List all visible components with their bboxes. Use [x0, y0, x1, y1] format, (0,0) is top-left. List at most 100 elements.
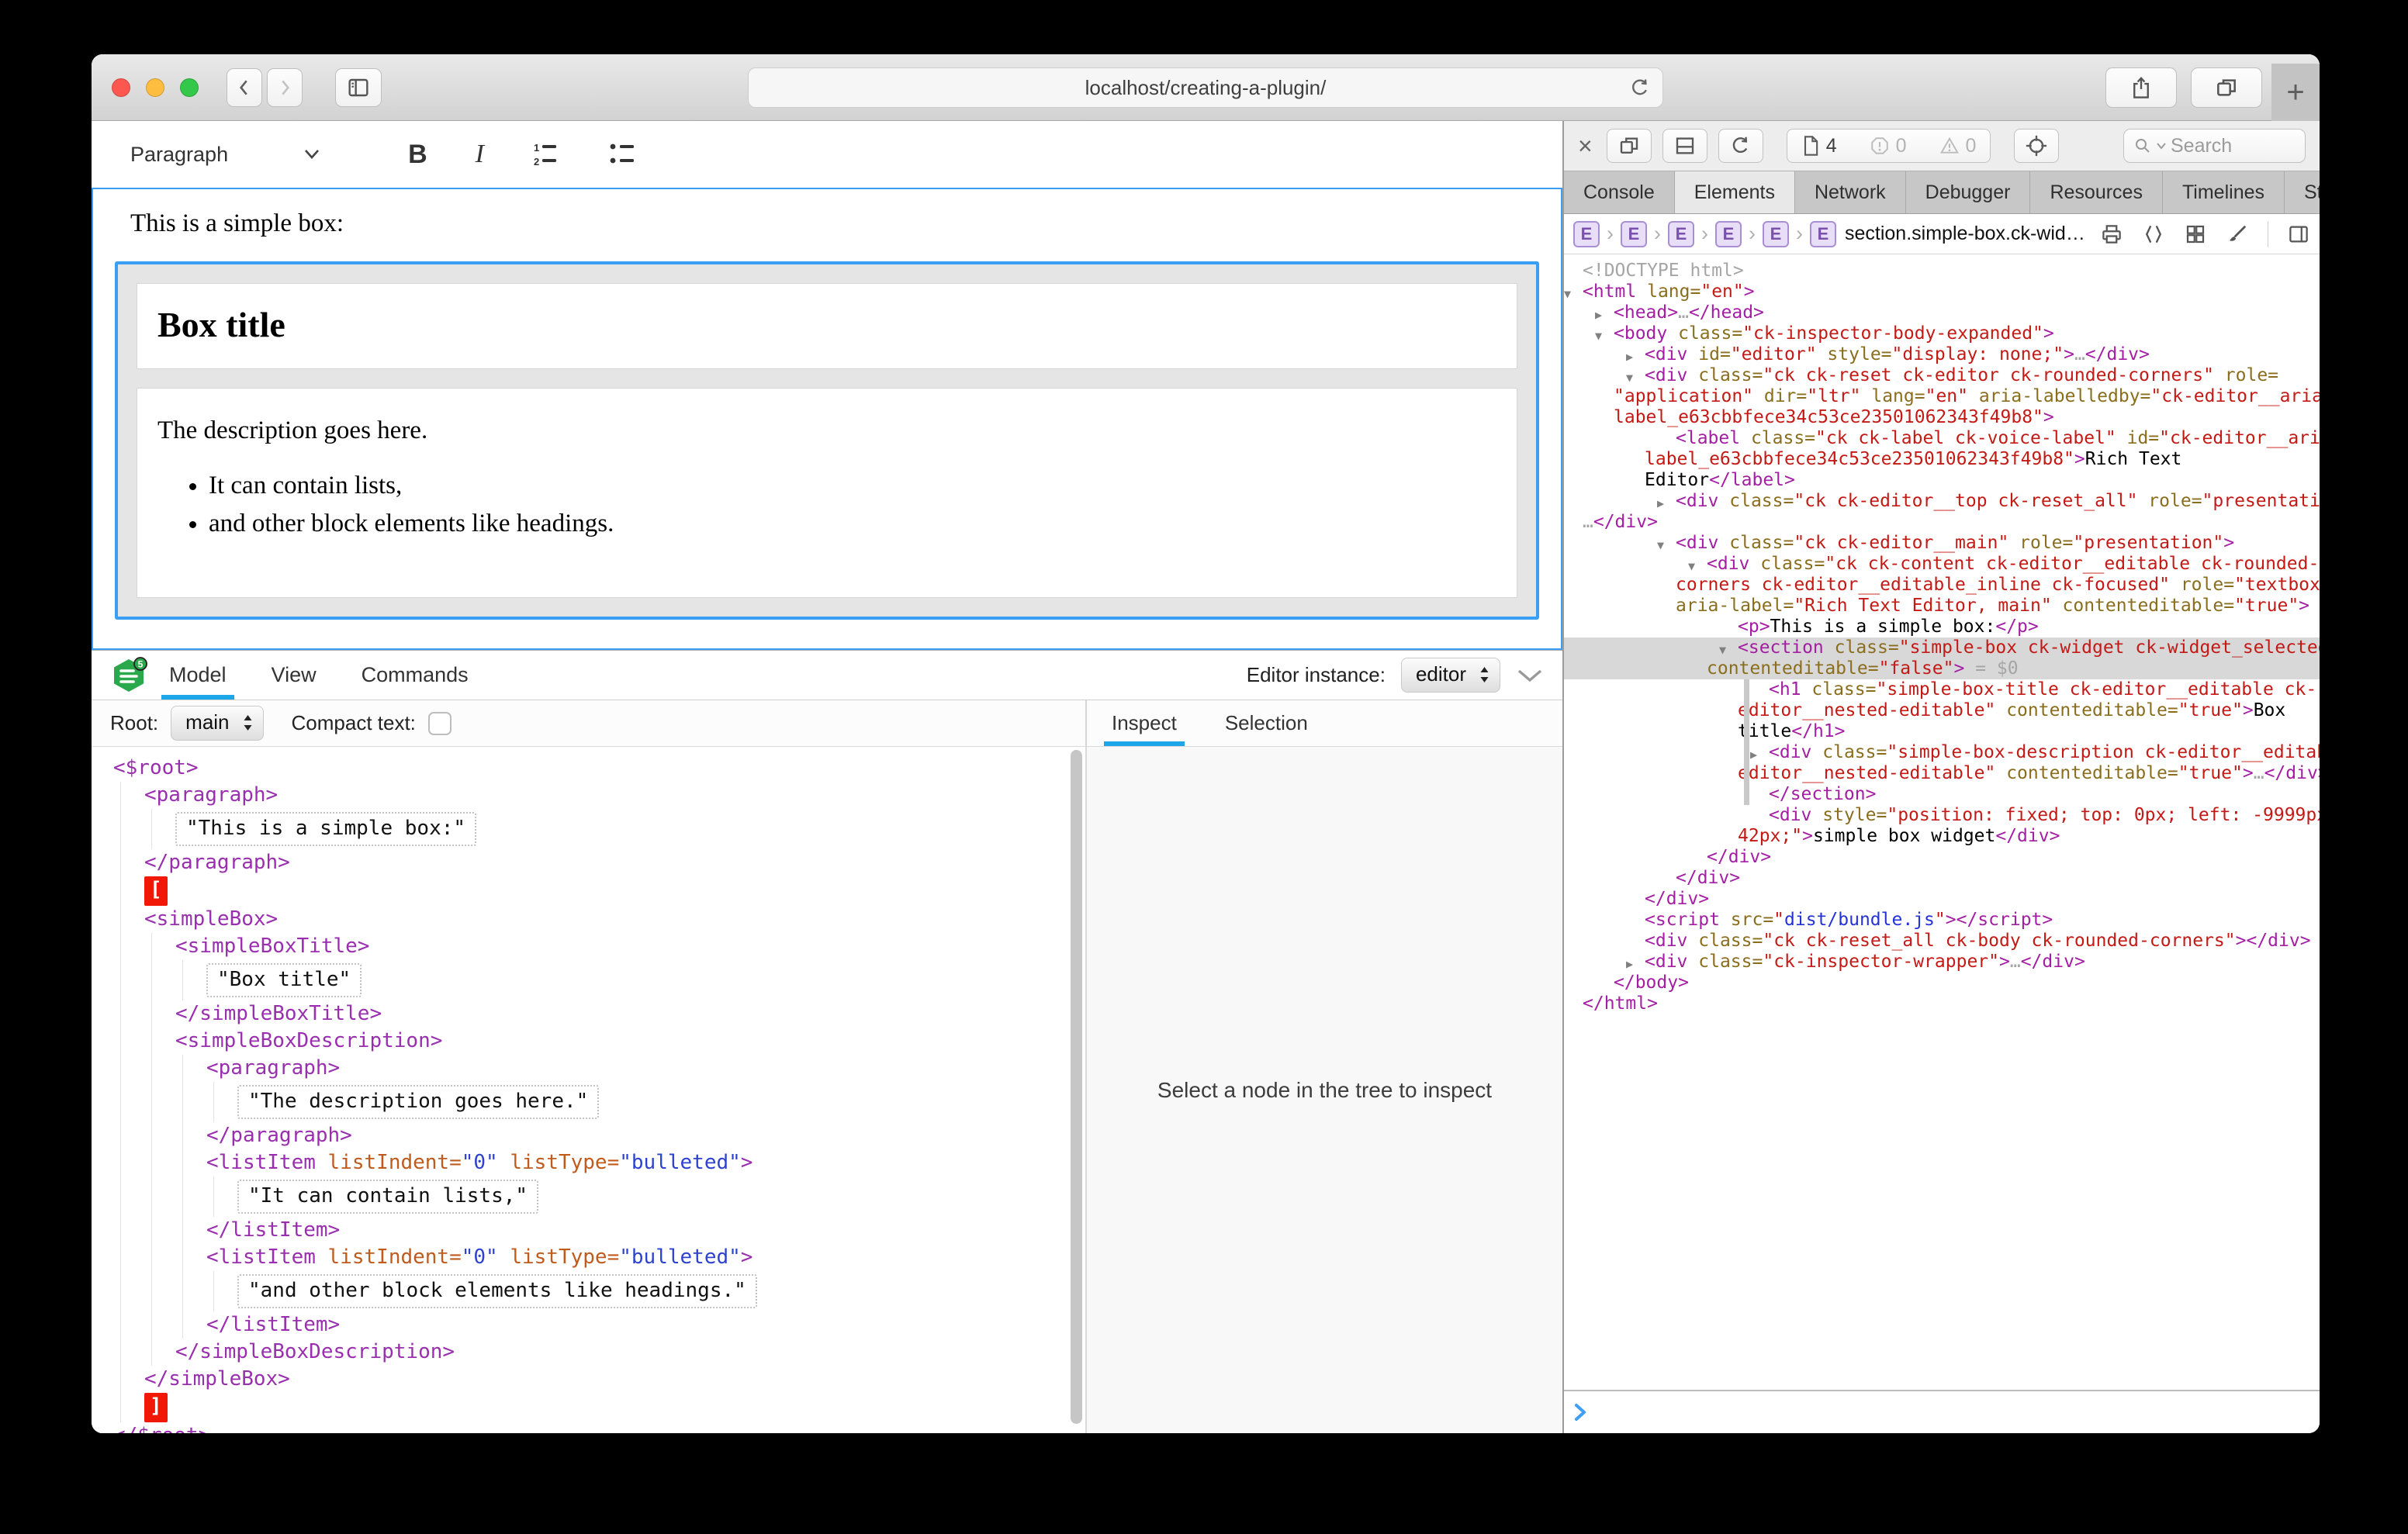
disclosure-closed-icon[interactable]: ▶ [1750, 745, 1757, 765]
source-line[interactable]: </section> [1564, 784, 2320, 805]
bulleted-list-button[interactable] [607, 139, 639, 170]
detach-devtools-button[interactable] [1607, 129, 1652, 163]
share-button[interactable] [2105, 67, 2177, 108]
devtools-tab-debugger[interactable]: Debugger [1906, 171, 2031, 213]
collapse-inspector-chevron-icon[interactable] [1516, 668, 1544, 683]
activity-summary[interactable]: 4 0 0 [1787, 129, 1991, 163]
element-picker-button[interactable] [2014, 129, 2059, 163]
tree-node[interactable]: <paragraph> [92, 782, 1068, 809]
tab-selection[interactable]: Selection [1222, 700, 1311, 746]
source-line[interactable]: ▶<div class="simple-box-description ck-e… [1564, 742, 2320, 763]
source-line[interactable]: editor__nested-editable" contenteditable… [1564, 700, 2320, 721]
element-crumb[interactable]: E [1573, 221, 1600, 247]
close-devtools-button[interactable]: × [1578, 133, 1593, 158]
disclosure-open-icon[interactable]: ▼ [1688, 556, 1695, 577]
tree-node[interactable]: </paragraph> [92, 849, 1068, 876]
tree-node[interactable]: </simpleBoxDescription> [92, 1339, 1068, 1366]
source-line[interactable]: </body> [1564, 973, 2320, 993]
source-line[interactable]: ▶<div id="editor" style="display: none;"… [1564, 344, 2320, 365]
source-line[interactable]: contenteditable="false"> = $0 [1564, 658, 2320, 679]
tree-node[interactable]: </listItem> [92, 1311, 1068, 1339]
source-line[interactable]: Editor</label> [1564, 470, 2320, 491]
devtools-tab-timelines[interactable]: Timelines [2163, 171, 2285, 213]
source-line[interactable]: <label class="ck ck-label ck-voice-label… [1564, 428, 2320, 449]
tree-node[interactable]: "and other block elements like headings.… [92, 1271, 1068, 1311]
text-node[interactable]: "Box title" [206, 963, 362, 997]
source-line[interactable]: title</h1> [1564, 721, 2320, 742]
source-line[interactable]: ▼<div class="ck ck-content ck-editor__ed… [1564, 554, 2320, 575]
element-crumb[interactable]: E [1715, 221, 1742, 247]
source-line[interactable]: <script src="dist/bundle.js"></script> [1564, 910, 2320, 931]
tree-node[interactable]: </paragraph> [92, 1122, 1068, 1149]
editor-instance-select[interactable]: editor [1401, 658, 1500, 693]
tree-node[interactable]: <simpleBoxTitle> [92, 933, 1068, 960]
tree-node[interactable]: [ [92, 876, 1068, 906]
tree-node[interactable]: <simpleBoxDescription> [92, 1028, 1068, 1055]
simple-box-widget[interactable]: Box title The description goes here. It … [115, 261, 1539, 620]
simple-box-title[interactable]: Box title [137, 283, 1517, 369]
chevron-down-icon[interactable] [303, 148, 321, 161]
source-line[interactable]: <div class="ck ck-reset_all ck-body ck-r… [1564, 931, 2320, 952]
tree-node[interactable]: <paragraph> [92, 1055, 1068, 1082]
print-styles-icon[interactable] [2100, 223, 2123, 246]
disclosure-closed-icon[interactable]: ▶ [1626, 347, 1633, 368]
source-line[interactable]: corners ck-editor__editable_inline ck-fo… [1564, 575, 2320, 596]
forward-button[interactable] [267, 68, 303, 107]
source-line[interactable]: </div> [1564, 847, 2320, 868]
reload-page-button[interactable] [1718, 129, 1763, 163]
text-node[interactable]: "The description goes here." [237, 1085, 599, 1119]
source-line[interactable]: label_e63cbbfece34c53ce23501062343f49b8"… [1564, 449, 2320, 470]
tree-node[interactable]: ] [92, 1393, 1068, 1422]
root-select[interactable]: main [171, 706, 263, 741]
tree-node[interactable]: <listItem listIndent="0" listType="bulle… [92, 1244, 1068, 1271]
disclosure-closed-icon[interactable]: ▶ [1595, 305, 1602, 326]
tree-scrollbar[interactable] [1068, 747, 1085, 1433]
source-line[interactable]: <!DOCTYPE html> [1564, 261, 2320, 282]
element-crumb[interactable]: E [1810, 221, 1836, 247]
tree-node[interactable]: </$root> [92, 1422, 1068, 1433]
disclosure-open-icon[interactable]: ▼ [1564, 284, 1571, 305]
disclosure-open-icon[interactable]: ▼ [1657, 535, 1664, 556]
disclosure-open-icon[interactable]: ▼ [1719, 640, 1726, 661]
text-node[interactable]: "It can contain lists," [237, 1180, 538, 1214]
console-prompt-row[interactable] [1564, 1390, 2320, 1433]
list-item[interactable]: It can contain lists, [209, 472, 1496, 500]
text-node[interactable]: "and other block elements like headings.… [237, 1274, 757, 1308]
devtools-tab-console[interactable]: Console [1564, 171, 1675, 213]
source-line[interactable]: ▼<section class="simple-box ck-widget ck… [1564, 637, 2320, 658]
selected-element-crumb[interactable]: section.simple-box.ck-wid… [1845, 223, 2085, 245]
source-line[interactable]: <p>This is a simple box:</p> [1564, 617, 2320, 637]
tree-node[interactable]: "It can contain lists," [92, 1176, 1068, 1217]
devtools-search-field[interactable]: Search [2123, 129, 2306, 163]
element-crumb[interactable]: E [1668, 221, 1694, 247]
source-line[interactable]: ▶<div class="ck ck-editor__top ck-reset_… [1564, 491, 2320, 512]
dock-devtools-button[interactable] [1662, 129, 1707, 163]
source-line[interactable]: <h1 class="simple-box-title ck-editor__e… [1564, 679, 2320, 700]
tab-commands[interactable]: Commands [358, 651, 472, 700]
new-tab-button[interactable]: + [2271, 64, 2320, 121]
tree-node[interactable]: "The description goes here." [92, 1082, 1068, 1122]
source-line[interactable]: aria-label="Rich Text Editor, main" cont… [1564, 596, 2320, 617]
disclosure-closed-icon[interactable]: ▶ [1626, 954, 1633, 975]
zoom-window-button[interactable] [180, 78, 199, 97]
tree-node[interactable]: </simpleBoxTitle> [92, 1000, 1068, 1028]
text-node[interactable]: "This is a simple box:" [175, 812, 476, 846]
tree-node[interactable]: </listItem> [92, 1217, 1068, 1244]
disclosure-closed-icon[interactable]: ▶ [1657, 493, 1664, 514]
source-line[interactable]: <div style="position: fixed; top: 0px; l… [1564, 805, 2320, 826]
bold-button[interactable]: B [408, 140, 427, 170]
tab-overview-button[interactable] [2191, 67, 2262, 108]
tree-node[interactable]: <listItem listIndent="0" listType="bulle… [92, 1149, 1068, 1176]
scrollbar-thumb[interactable] [1071, 750, 1082, 1424]
source-line[interactable]: ▼<div class="ck ck-editor__main" role="p… [1564, 533, 2320, 554]
source-line[interactable]: ▶<head>…</head> [1564, 302, 2320, 323]
compact-text-checkbox[interactable] [428, 712, 452, 735]
source-code-icon[interactable] [2142, 223, 2165, 246]
tree-node[interactable]: <simpleBox> [92, 906, 1068, 933]
disclosure-open-icon[interactable]: ▼ [1595, 326, 1602, 347]
layout-grid-icon[interactable] [2184, 223, 2207, 246]
tree-node[interactable]: "This is a simple box:" [92, 809, 1068, 849]
tab-model[interactable]: Model [166, 651, 230, 700]
description-list[interactable]: It can contain lists,and other block ele… [157, 472, 1496, 538]
description-paragraph[interactable]: The description goes here. [157, 416, 1496, 445]
